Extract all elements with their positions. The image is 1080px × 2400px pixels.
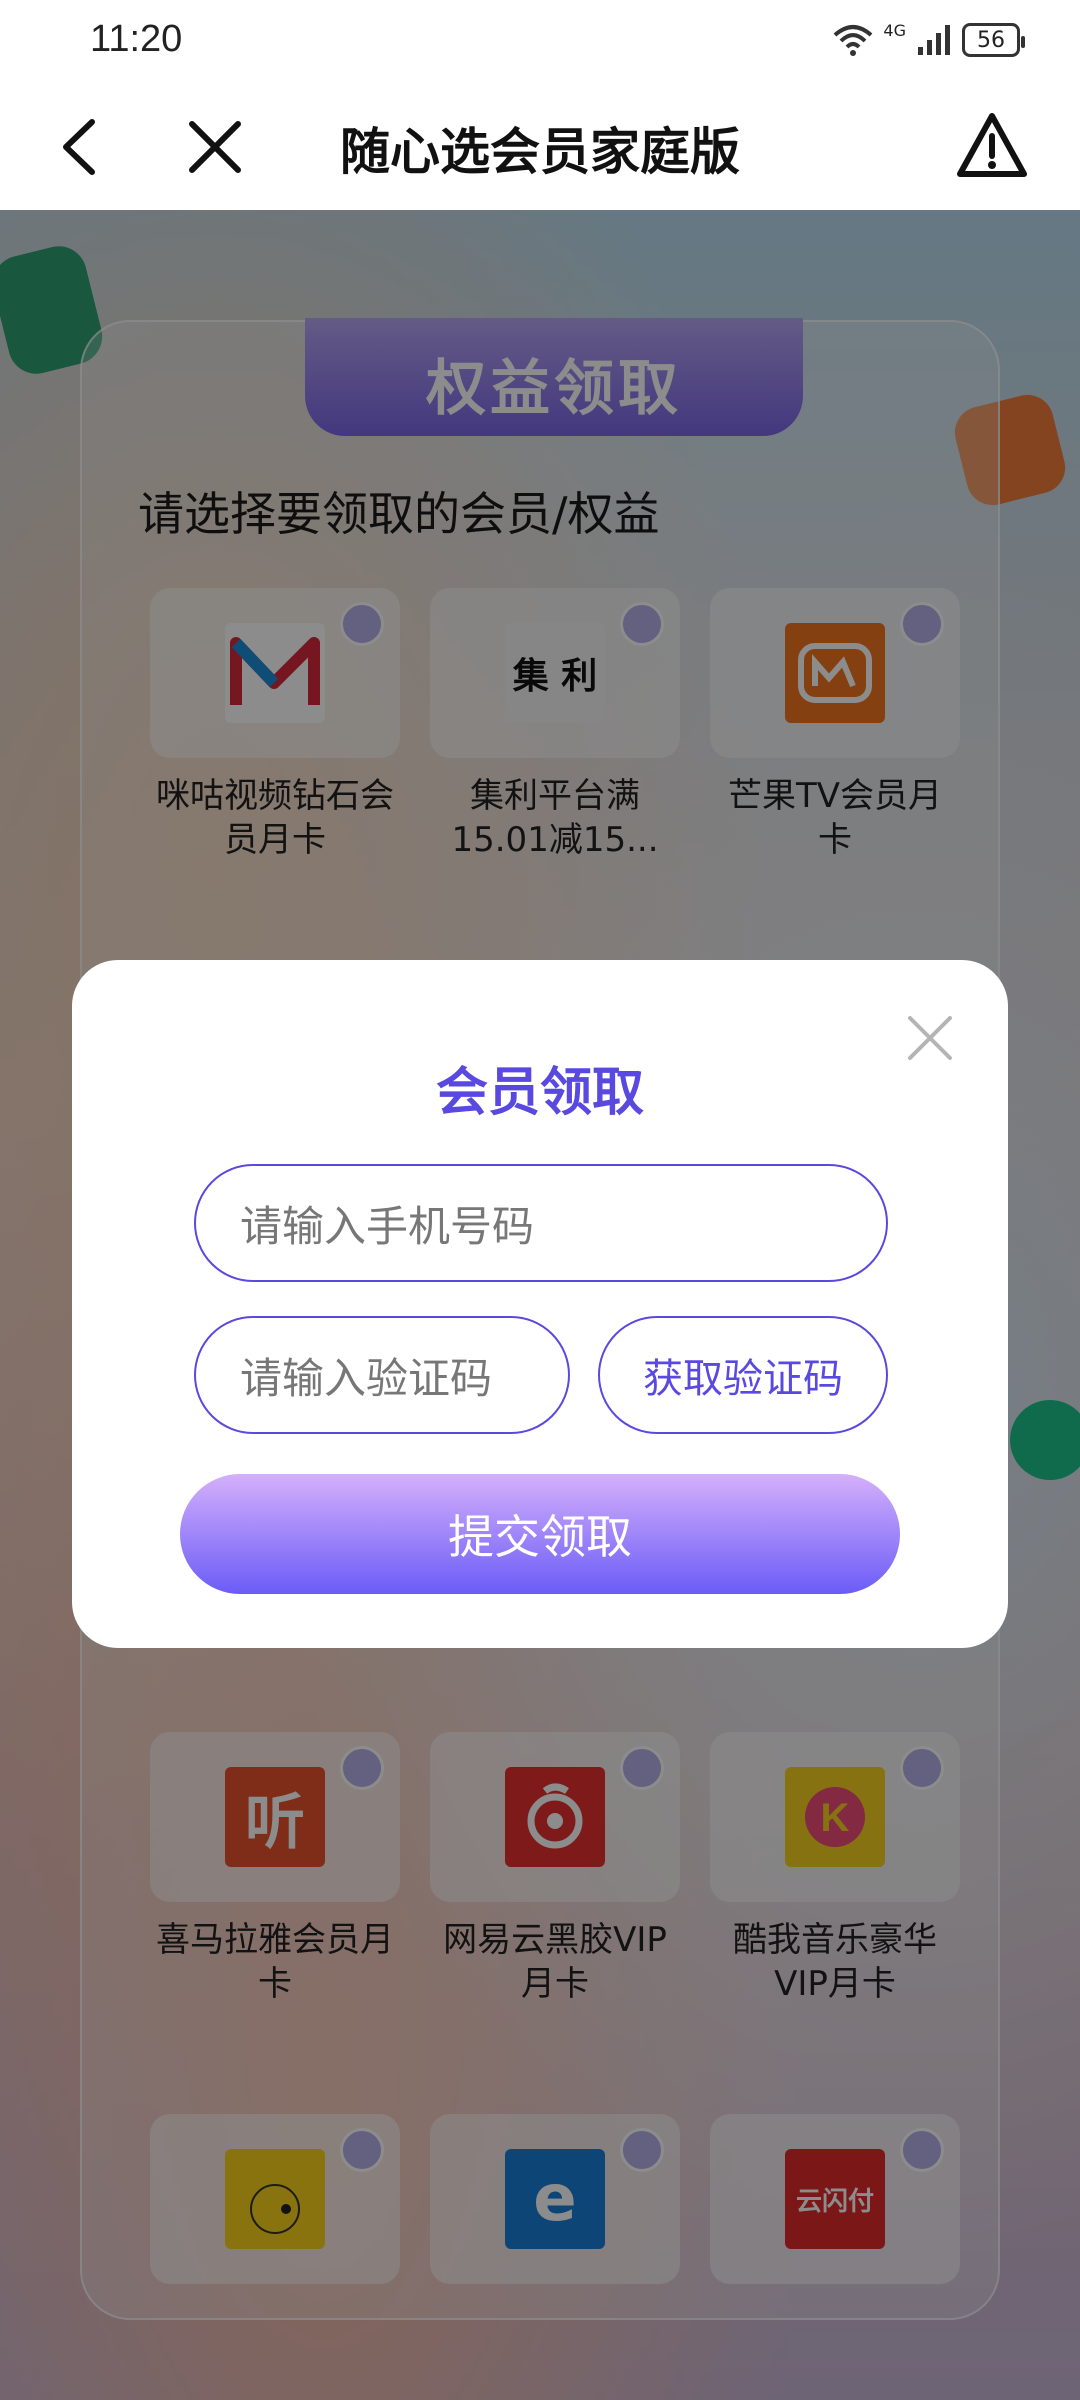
phone-input[interactable]: 请输入手机号码 [194,1164,888,1282]
warning-icon[interactable] [956,110,1028,180]
network-label: 4G [883,20,906,40]
get-code-button[interactable]: 获取验证码 [598,1316,888,1434]
verification-code-input[interactable]: 请输入验证码 [194,1316,570,1434]
battery-icon: 56 [962,23,1025,57]
wifi-icon [834,25,873,56]
nav-bar: 随心选会员家庭版 [0,80,1080,210]
submit-claim-button[interactable]: 提交领取 [180,1474,900,1594]
claim-modal: 会员领取 请输入手机号码 请输入验证码 获取验证码 提交领取 [72,960,1008,1648]
signal-icon [918,25,950,55]
status-time: 11:20 [90,18,183,60]
page-title: 随心选会员家庭版 [340,123,740,181]
status-icons: 4G 56 [833,20,1025,60]
modal-title: 会员领取 [435,1063,644,1123]
status-bar: 11:20 4G 56 [0,0,1080,80]
